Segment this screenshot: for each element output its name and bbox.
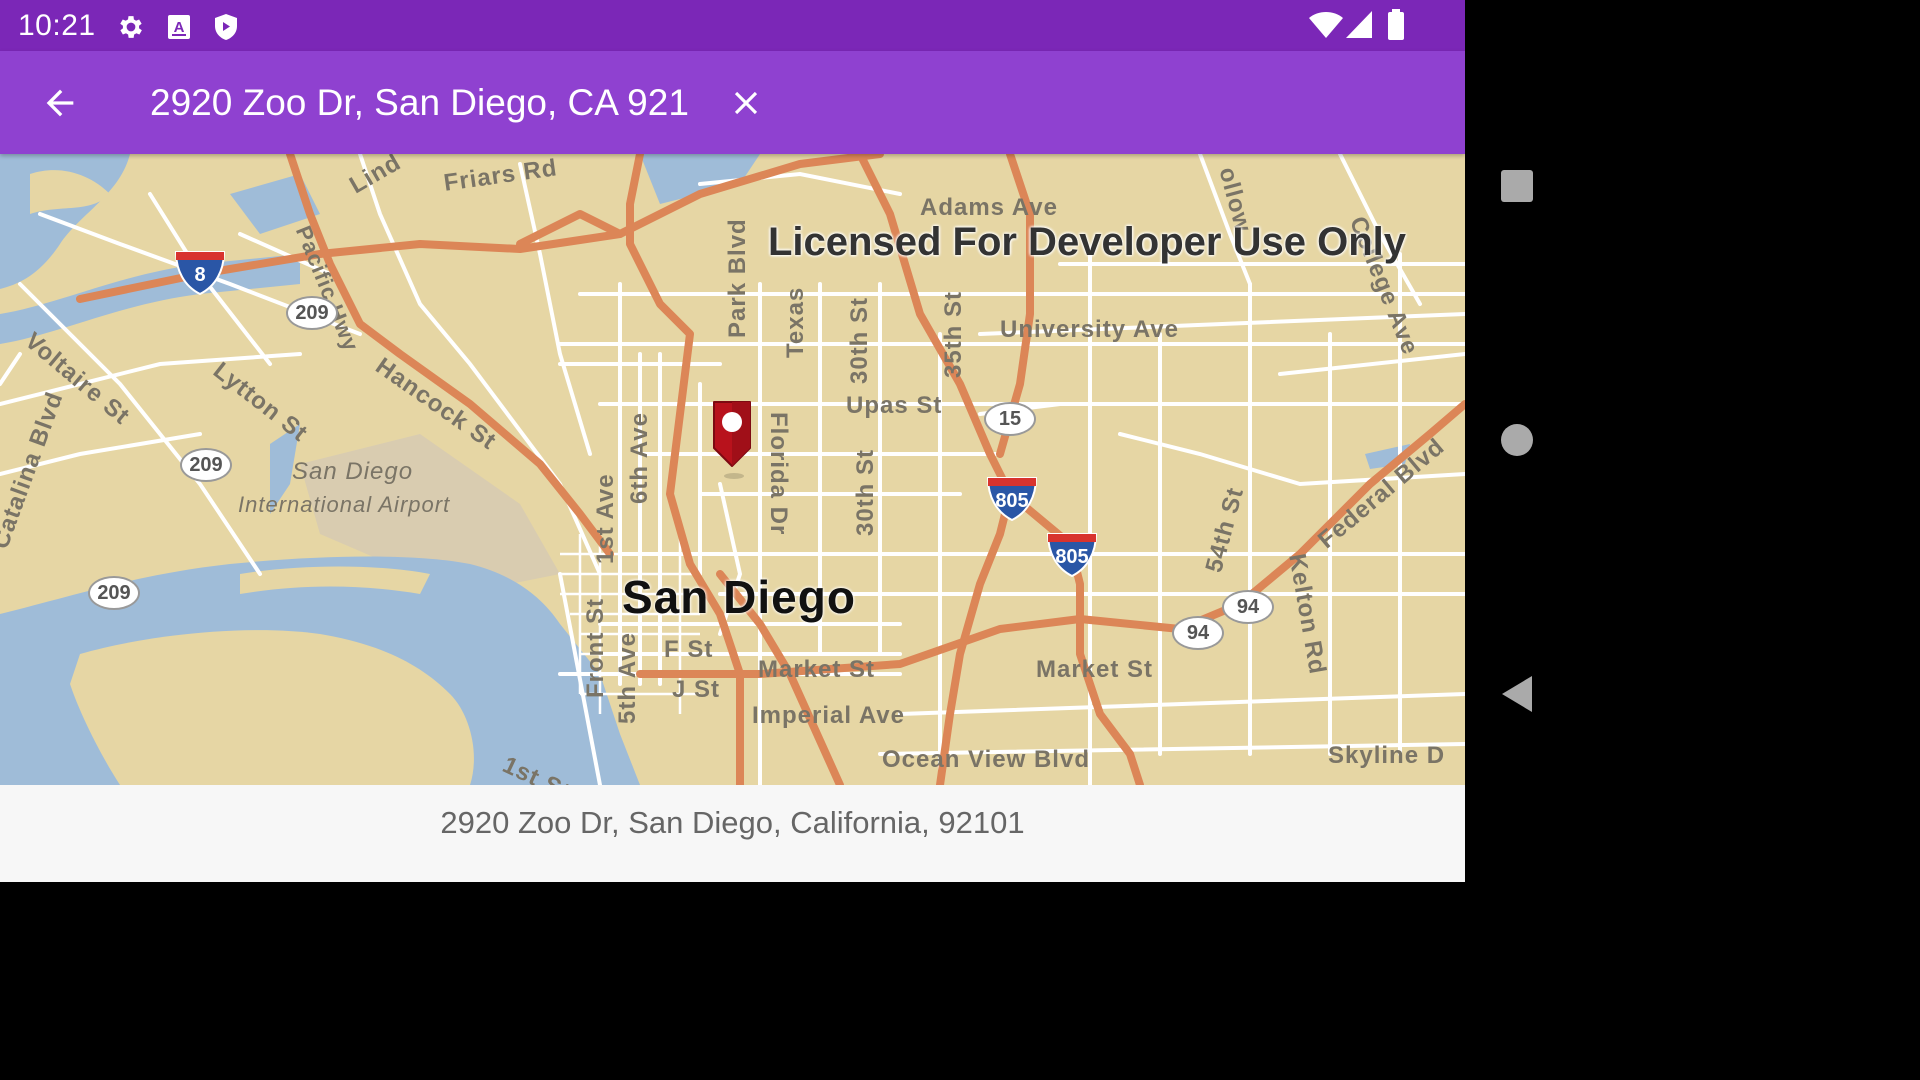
system-nav-bar: [1465, 0, 1568, 882]
city-label: San Diego: [622, 571, 856, 623]
street-label: Market St: [1036, 656, 1154, 683]
app-screen: 10:21 A 2920 Zoo Dr, San Diego, CA 92101…: [0, 0, 1465, 882]
street-label: Skyline D: [1328, 742, 1446, 769]
airport-label: San Diego: [292, 458, 414, 485]
street-label: 1st Ave: [592, 473, 619, 564]
play-protect-icon: [212, 12, 240, 47]
close-icon: [734, 91, 758, 115]
street-label: Adams Ave: [920, 194, 1058, 221]
battery-icon: [1386, 9, 1406, 46]
route-marker: 209: [180, 448, 232, 482]
route-marker: 209: [286, 296, 338, 330]
search-app-bar: [0, 51, 1465, 154]
map-pin-icon[interactable]: [710, 398, 754, 470]
shield-number: 8: [194, 264, 206, 286]
clear-search-button[interactable]: [716, 73, 776, 133]
street-label: Ocean View Blvd: [882, 746, 1090, 773]
interstate-shield: 8: [172, 250, 228, 296]
street-label: Market St: [758, 656, 876, 683]
street-label: J St: [672, 676, 721, 703]
gear-icon: [116, 12, 146, 47]
developer-watermark: Licensed For Developer Use Only: [768, 220, 1406, 264]
recents-square-icon: [1501, 170, 1533, 202]
interstate-shield: 805: [984, 476, 1040, 522]
street-label: F St: [664, 636, 714, 663]
status-time: 10:21: [18, 9, 96, 42]
route-marker: 94: [1222, 590, 1274, 624]
a-keyboard-icon: A: [166, 12, 192, 47]
street-label: Upas St: [846, 392, 943, 419]
route-marker: 209: [88, 576, 140, 610]
interstate-shield: 805: [1044, 532, 1100, 578]
street-label: Texas: [782, 286, 809, 358]
street-label: 35th St: [940, 290, 967, 378]
recents-button[interactable]: [1491, 160, 1543, 212]
arrow-back-icon: [46, 89, 74, 117]
street-label: 30th St: [846, 296, 873, 384]
cell-signal-icon: [1345, 10, 1373, 45]
wifi-icon: [1308, 10, 1344, 45]
street-label: Park Blvd: [724, 218, 751, 338]
route-marker: 94: [1172, 616, 1224, 650]
street-label: Front St: [582, 598, 609, 698]
back-triangle-icon: [1502, 676, 1532, 712]
street-label: University Ave: [1000, 316, 1179, 343]
svg-text:A: A: [174, 19, 185, 36]
route-marker: 15: [984, 402, 1036, 436]
status-bar: 10:21 A: [0, 0, 1465, 51]
search-input-wrapper: [150, 71, 690, 135]
shield-number: 805: [995, 490, 1029, 512]
street-label: 30th St: [852, 448, 879, 536]
street-label: 6th Ave: [626, 412, 653, 504]
street-label: Imperial Ave: [752, 702, 905, 729]
street-label: Florida Dr: [765, 412, 792, 536]
result-address: 2920 Zoo Dr, San Diego, California, 9210…: [440, 805, 1025, 840]
nav-back-button[interactable]: [1491, 668, 1543, 720]
street-label: 5th Ave: [614, 632, 641, 724]
home-button[interactable]: [1491, 414, 1543, 466]
map-view[interactable]: Friars Rd Lind Pacific Hwy Adams Ave Par…: [0, 154, 1465, 785]
back-button[interactable]: [30, 73, 90, 133]
search-input[interactable]: [150, 71, 690, 135]
result-panel: 2920 Zoo Dr, San Diego, California, 9210…: [0, 785, 1465, 882]
shield-number: 805: [1055, 546, 1089, 568]
airport-label: International Airport: [238, 492, 451, 517]
home-circle-icon: [1501, 424, 1533, 456]
